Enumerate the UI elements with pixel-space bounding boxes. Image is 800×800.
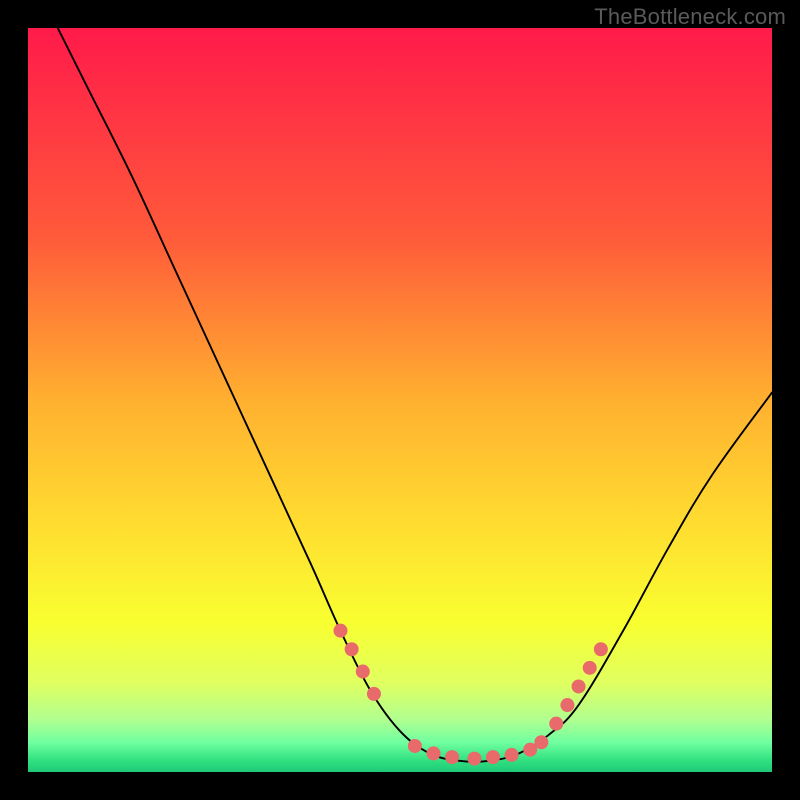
data-point-marker <box>560 698 574 712</box>
bottleneck-chart <box>28 28 772 772</box>
data-point-marker <box>467 752 481 766</box>
chart-background-gradient <box>28 28 772 772</box>
data-point-marker <box>367 687 381 701</box>
data-point-marker <box>345 642 359 656</box>
watermark-text: TheBottleneck.com <box>594 4 786 30</box>
data-point-marker <box>356 665 370 679</box>
data-point-marker <box>549 717 563 731</box>
data-point-marker <box>426 746 440 760</box>
data-point-marker <box>333 624 347 638</box>
chart-plot-area <box>28 28 772 772</box>
data-point-marker <box>486 750 500 764</box>
data-point-marker <box>505 748 519 762</box>
data-point-marker <box>408 739 422 753</box>
data-point-marker <box>594 642 608 656</box>
data-point-marker <box>534 735 548 749</box>
data-point-marker <box>572 679 586 693</box>
data-point-marker <box>583 661 597 675</box>
data-point-marker <box>445 750 459 764</box>
